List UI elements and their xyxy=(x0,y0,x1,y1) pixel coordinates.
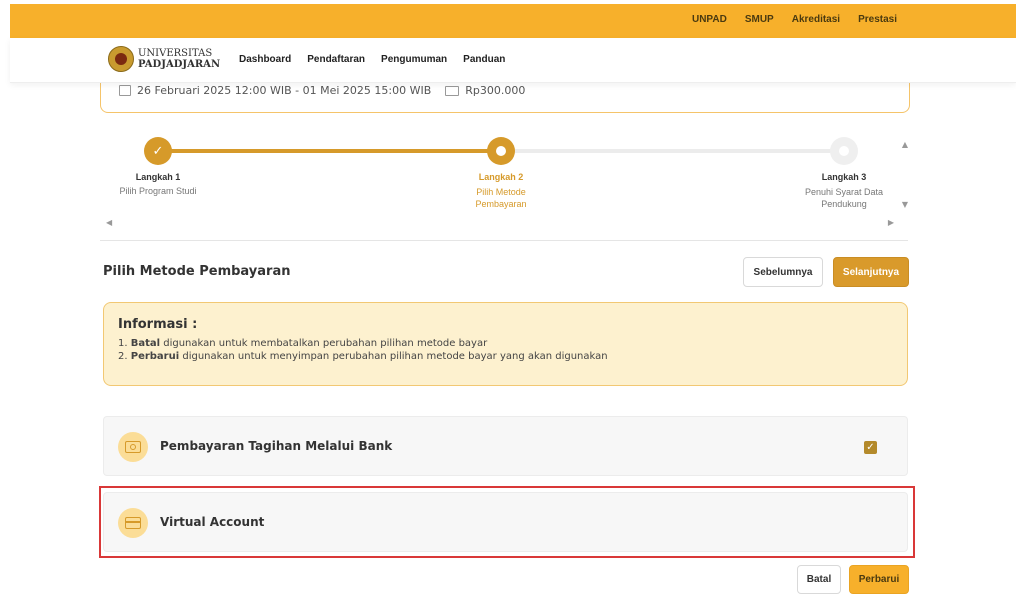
previous-button[interactable]: Sebelumnya xyxy=(743,257,823,287)
info-item-2-num: 2. xyxy=(118,351,128,362)
payment-option-bank-label: Pembayaran Tagihan Melalui Bank xyxy=(160,439,393,453)
scroll-left-icon[interactable]: ◀ xyxy=(106,218,112,227)
calendar-icon xyxy=(119,85,131,96)
step-3[interactable]: Langkah 3 Penuhi Syarat Data Pendukung xyxy=(774,172,914,210)
menu-pengumuman[interactable]: Pengumuman xyxy=(381,54,447,65)
info-item-2: 2. Perbarui digunakan untuk menyimpan pe… xyxy=(118,351,893,362)
update-button[interactable]: Perbarui xyxy=(849,565,909,594)
university-logo[interactable]: UNIVERSITAS PADJADJARAN xyxy=(108,46,220,72)
step-2-desc: Pilih Metode Pembayaran xyxy=(475,187,527,209)
top-link-smup[interactable]: SMUP xyxy=(745,14,774,25)
section-divider xyxy=(100,240,908,241)
scroll-right-icon[interactable]: ▶ xyxy=(888,218,894,227)
university-seal-icon xyxy=(108,46,134,72)
step-1-title: Langkah 1 xyxy=(135,172,181,182)
scroll-up-icon[interactable]: ▲ xyxy=(902,140,908,149)
registration-fee: Rp300.000 xyxy=(465,84,526,97)
info-item-1-bold: Batal xyxy=(130,338,161,349)
logo-line-2: PADJADJARAN xyxy=(138,59,221,70)
cancel-button[interactable]: Batal xyxy=(797,565,841,594)
bill-icon xyxy=(118,432,148,462)
info-item-2-bold: Perbarui xyxy=(130,351,180,362)
info-alert-title: Informasi : xyxy=(118,317,198,332)
step-2[interactable]: Langkah 2 Pilih Metode Pembayaran xyxy=(431,172,571,210)
menu-pendaftaran[interactable]: Pendaftaran xyxy=(307,54,365,65)
money-icon xyxy=(445,85,460,96)
next-button[interactable]: Selanjutnya xyxy=(833,257,909,287)
top-links: UNPAD SMUP Akreditasi Prestasi xyxy=(692,14,897,25)
registration-period: 26 Februari 2025 12:00 WIB - 01 Mei 2025… xyxy=(137,84,432,97)
top-link-unpad[interactable]: UNPAD xyxy=(692,14,727,25)
step-1-check-icon: ✓ xyxy=(144,137,172,165)
top-link-prestasi[interactable]: Prestasi xyxy=(858,14,897,25)
step-1[interactable]: Langkah 1 Pilih Program Studi xyxy=(88,172,228,196)
step-1-desc: Pilih Program Studi xyxy=(119,186,197,196)
menu-panduan[interactable]: Panduan xyxy=(463,54,505,65)
step-2-title: Langkah 2 xyxy=(478,172,524,182)
info-item-1-num: 1. xyxy=(118,338,128,349)
info-item-2-text: digunakan untuk menyimpan perubahan pili… xyxy=(179,351,608,362)
selection-highlight-box xyxy=(99,486,915,558)
step-3-desc: Penuhi Syarat Data Pendukung xyxy=(804,187,884,209)
payment-option-bank-checkbox[interactable]: ✓ xyxy=(864,441,877,454)
payment-option-bank[interactable]: Pembayaran Tagihan Melalui Bank ✓ xyxy=(103,416,908,476)
step-3-pending-icon xyxy=(830,137,858,165)
main-menu: Dashboard Pendaftaran Pengumuman Panduan xyxy=(239,54,505,65)
top-link-akreditasi[interactable]: Akreditasi xyxy=(792,14,840,25)
main-navbar: UNIVERSITAS PADJADJARAN Dashboard Pendaf… xyxy=(10,38,1016,83)
page-title: Pilih Metode Pembayaran xyxy=(103,264,291,279)
progress-stepper: ✓ Langkah 1 Pilih Program Studi Langkah … xyxy=(100,130,908,240)
step-2-active-icon xyxy=(487,137,515,165)
stepper-track-pending xyxy=(500,149,846,153)
menu-dashboard[interactable]: Dashboard xyxy=(239,54,291,65)
info-item-1-text: digunakan untuk membatalkan perubahan pi… xyxy=(160,338,488,349)
top-bar: UNPAD SMUP Akreditasi Prestasi xyxy=(10,4,1016,38)
info-item-1: 1. Batal digunakan untuk membatalkan per… xyxy=(118,338,893,349)
scroll-down-icon[interactable]: ▼ xyxy=(902,200,908,209)
logo-line-1: UNIVERSITAS xyxy=(138,48,213,59)
step-3-title: Langkah 3 xyxy=(821,172,867,182)
info-alert: Informasi : 1. Batal digunakan untuk mem… xyxy=(103,302,908,386)
stepper-track-done xyxy=(158,149,500,153)
